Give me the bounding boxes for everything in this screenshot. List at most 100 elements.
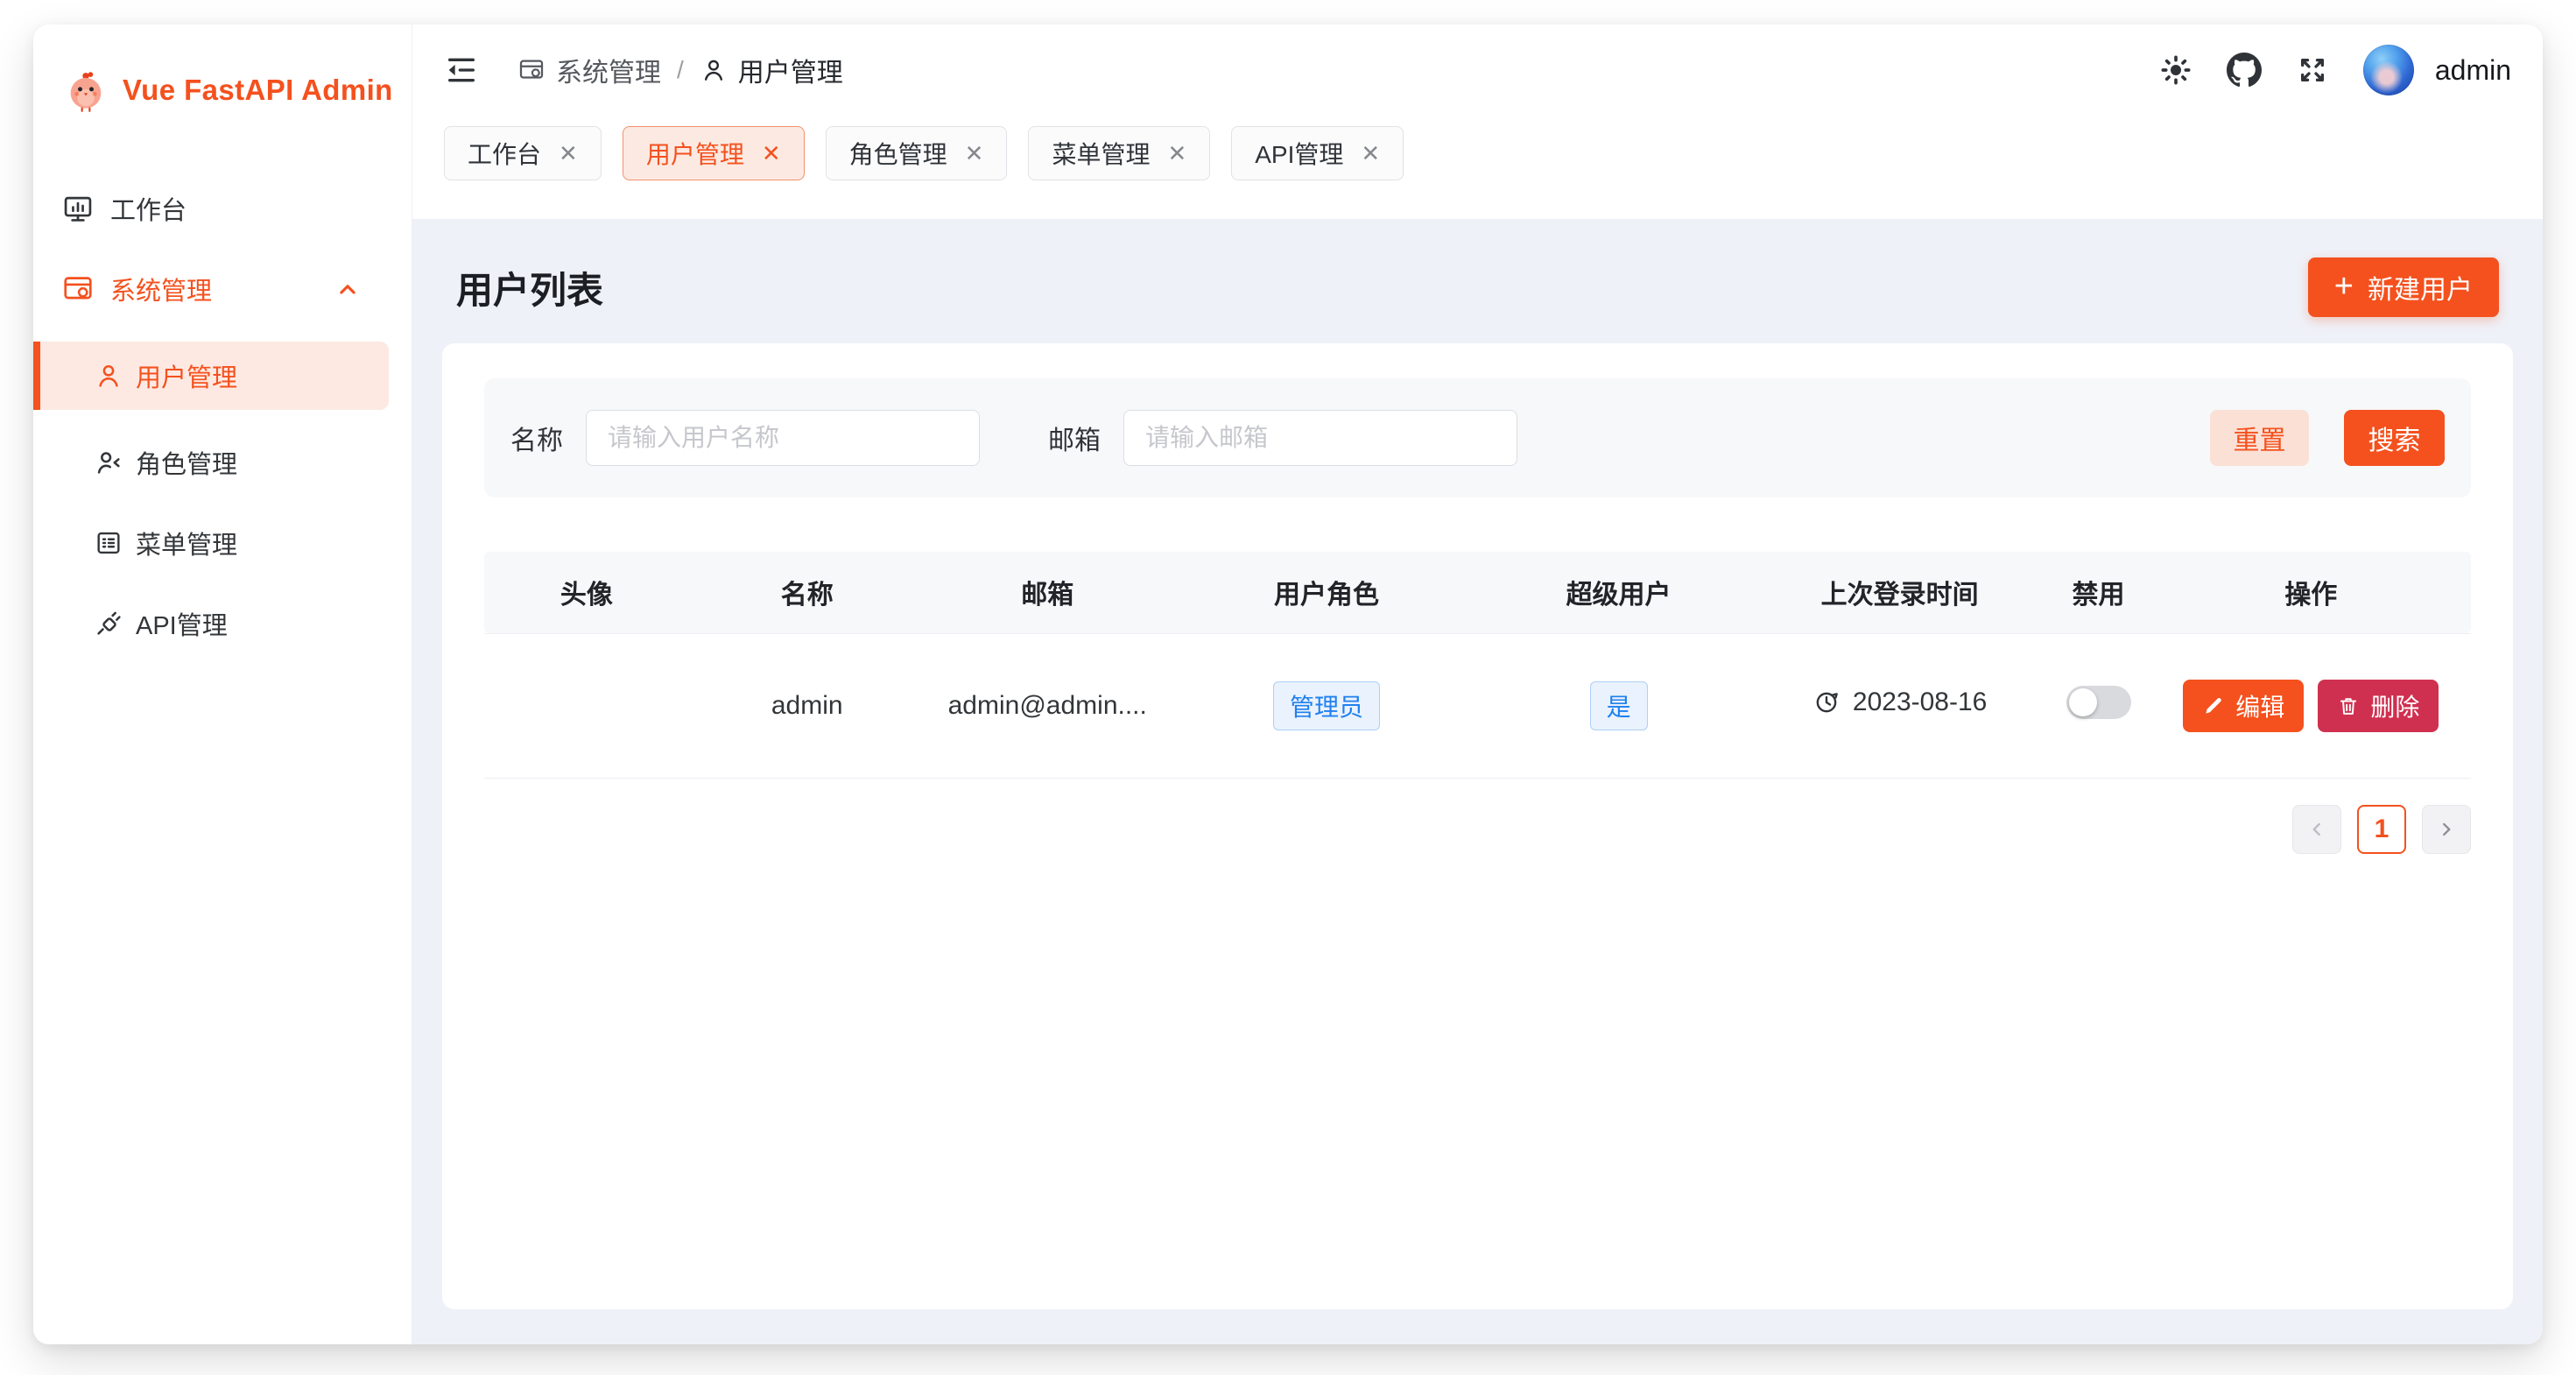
window-gear-icon [517,56,545,84]
column-avatar: 头像 [484,552,689,633]
disabled-toggle[interactable] [2066,686,2131,719]
breadcrumb-label: 用户管理 [738,51,843,89]
table-header-row: 头像 名称 邮箱 用户角色 超级用户 上次登录时间 禁用 操作 [484,552,2471,633]
tab-user-management[interactable]: 用户管理 ✕ [623,126,805,180]
sidebar-item-label: 工作台 [110,190,187,227]
cell-name: admin [689,633,926,778]
breadcrumb-item-user[interactable]: 用户管理 [700,51,843,89]
column-role: 用户角色 [1170,552,1484,633]
theme-sun-icon[interactable] [2158,53,2193,88]
chicken-logo-icon [63,67,109,113]
role-tag: 管理员 [1273,681,1380,730]
collapse-sidebar-icon[interactable] [444,53,479,88]
cell-role: 管理员 [1170,633,1484,778]
filter-panel: 名称 邮箱 重置 搜索 [484,378,2471,497]
close-icon[interactable]: ✕ [965,142,984,165]
page-content: 用户列表 + 新建用户 名称 邮箱 重置 搜索 [412,219,2543,1344]
edit-button[interactable]: 编辑 [2183,680,2304,732]
sidebar-item-label: API管理 [136,605,228,642]
tab-label: 用户管理 [646,136,744,171]
column-email: 邮箱 [926,552,1170,633]
close-icon[interactable]: ✕ [1361,142,1380,165]
new-user-label: 新建用户 [2368,268,2473,307]
sidebar-item-label: 菜单管理 [136,525,237,561]
sidebar-menu: 工作台 系统管理 用户管理 [33,156,412,664]
breadcrumb: 系统管理 / 用户管理 [517,51,843,89]
email-filter-label: 邮箱 [1048,419,1101,457]
app-window: Vue FastAPI Admin 工作台 系统管理 [33,25,2543,1344]
tab-label: 角色管理 [849,136,947,171]
column-last-login: 上次登录时间 [1754,552,2046,633]
superuser-tag: 是 [1590,681,1648,730]
email-filter-input[interactable] [1123,410,1517,466]
tab-api-management[interactable]: API管理 ✕ [1231,126,1404,180]
cell-email: admin@admin.... [926,633,1170,778]
main-area: 系统管理 / 用户管理 [412,25,2543,1344]
tab-label: 工作台 [468,136,541,171]
page-title: 用户列表 [456,261,603,314]
tab-role-management[interactable]: 角色管理 ✕ [826,126,1008,180]
role-icon [94,448,123,477]
chevron-left-icon [2305,818,2328,841]
tab-label: API管理 [1255,136,1343,171]
tab-workbench[interactable]: 工作台 ✕ [444,126,602,180]
close-icon[interactable]: ✕ [1167,142,1186,165]
last-login-value: 2023-08-16 [1853,688,1987,717]
plus-icon: + [2334,270,2354,303]
github-icon[interactable] [2227,53,2262,88]
table-row: admin admin@admin.... 管理员 是 [484,633,2471,778]
sidebar-group-label: 系统管理 [110,271,212,307]
sidebar-item-role-management[interactable]: 角色管理 [33,434,389,490]
topbar-actions: admin [2158,45,2511,95]
pagination-prev-button[interactable] [2292,805,2341,854]
delete-button[interactable]: 删除 [2318,680,2439,732]
pagination-next-button[interactable] [2422,805,2471,854]
app-logo: Vue FastAPI Admin [33,25,412,156]
sidebar: Vue FastAPI Admin 工作台 系统管理 [33,25,412,1344]
sidebar-item-user-management[interactable]: 用户管理 [33,342,389,410]
app-title: Vue FastAPI Admin [123,74,393,107]
search-button[interactable]: 搜索 [2344,410,2445,466]
user-avatar[interactable] [2363,45,2414,95]
breadcrumb-label: 系统管理 [556,51,661,89]
reset-button[interactable]: 重置 [2210,410,2309,466]
tab-label: 菜单管理 [1052,136,1150,171]
user-icon [94,361,123,391]
page-head: 用户列表 + 新建用户 [442,250,2513,343]
chevron-right-icon [2435,818,2458,841]
pencil-icon [2202,695,2225,717]
close-icon[interactable]: ✕ [762,142,781,165]
close-icon[interactable]: ✕ [559,142,578,165]
sidebar-item-workbench[interactable]: 工作台 [33,180,389,236]
plug-icon [94,609,123,638]
user-icon [700,56,728,84]
topbar: 系统管理 / 用户管理 [444,25,2511,116]
column-actions: 操作 [2151,552,2471,633]
sidebar-item-api-management[interactable]: API管理 [33,596,389,652]
column-superuser: 超级用户 [1483,552,1754,633]
fullscreen-icon[interactable] [2295,53,2330,88]
clock-history-icon [1812,688,1841,716]
sidebar-item-menu-management[interactable]: 菜单管理 [33,515,389,571]
cell-disabled [2045,633,2150,778]
menu-list-icon [94,528,123,558]
breadcrumb-item-system[interactable]: 系统管理 [517,51,661,89]
cell-last-login: 2023-08-16 [1754,633,2046,778]
delete-label: 删除 [2370,688,2419,723]
users-table: 头像 名称 邮箱 用户角色 超级用户 上次登录时间 禁用 操作 [484,552,2471,779]
monitor-icon [61,192,95,225]
edit-label: 编辑 [2235,688,2284,723]
trash-icon [2337,695,2360,717]
name-filter-input[interactable] [586,410,980,466]
chevron-up-icon [331,272,364,306]
tab-menu-management[interactable]: 菜单管理 ✕ [1028,126,1210,180]
content-card: 名称 邮箱 重置 搜索 [442,343,2513,1309]
username: admin [2435,54,2511,87]
column-name: 名称 [689,552,926,633]
column-disabled: 禁用 [2045,552,2150,633]
cell-actions: 编辑 删除 [2151,633,2471,778]
cell-avatar [484,633,689,778]
pagination-page-1[interactable]: 1 [2357,805,2406,854]
sidebar-group-system[interactable]: 系统管理 [33,261,389,317]
new-user-button[interactable]: + 新建用户 [2308,257,2499,317]
